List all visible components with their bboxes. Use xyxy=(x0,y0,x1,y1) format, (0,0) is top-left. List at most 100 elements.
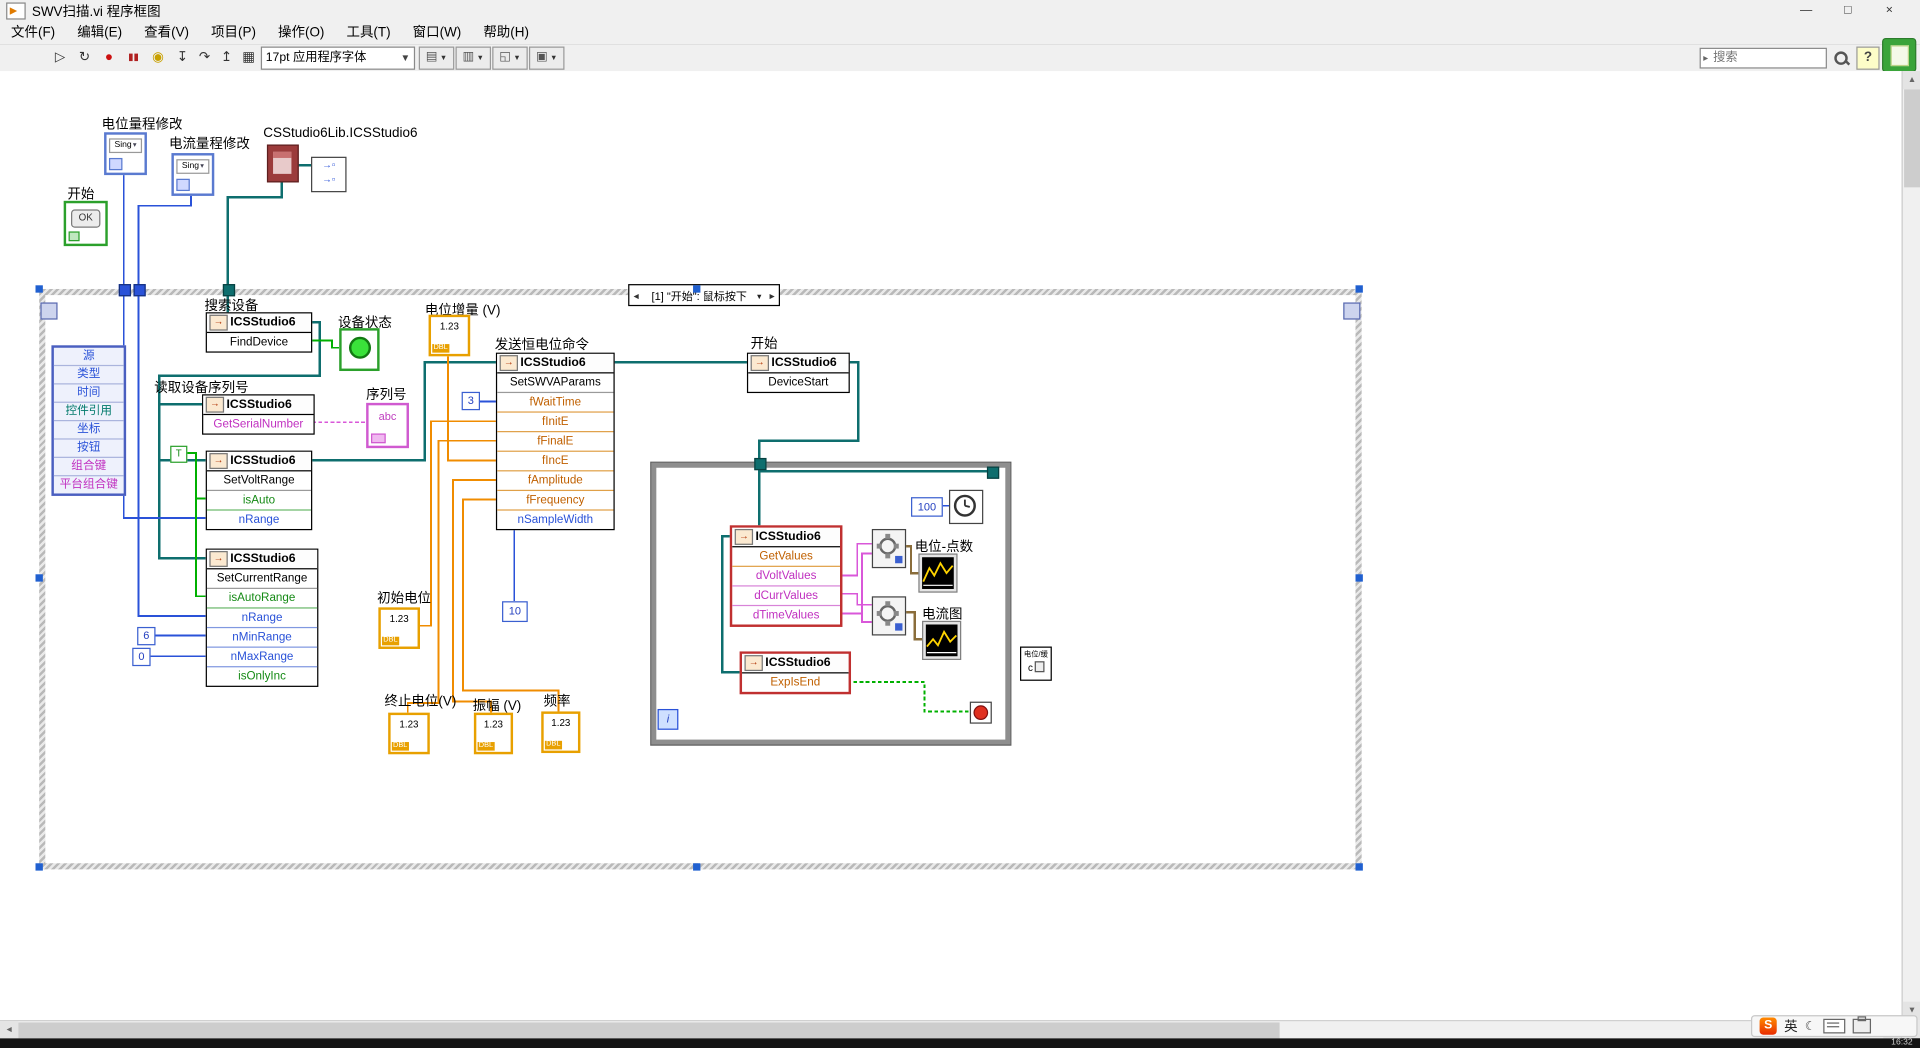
invoke-node-expisend[interactable]: ICSStudio6 ExpIsEnd xyxy=(740,651,851,694)
menu-window[interactable]: 窗口(W) xyxy=(402,22,473,44)
event-data-node[interactable]: 源 类型 时间 控件引用 坐标 按钮 组合键 平台组合键 xyxy=(51,345,126,496)
invoke-node-setvoltrange[interactable]: ICSStudio6 SetVoltRange isAuto nRange xyxy=(206,451,313,531)
soft-keyboard-icon[interactable] xyxy=(1823,1019,1845,1034)
event-item[interactable]: 源 xyxy=(54,348,124,366)
scroll-left-icon[interactable]: ◄ xyxy=(0,1021,18,1039)
param-row[interactable]: nRange xyxy=(207,609,317,629)
moon-icon[interactable]: ☾ xyxy=(1805,1019,1816,1032)
highlight-execution-icon[interactable]: ◉ xyxy=(147,47,169,69)
loop-iteration-terminal[interactable]: i xyxy=(658,709,679,730)
param-row[interactable]: nSampleWidth xyxy=(497,511,613,529)
pot-increment-terminal[interactable]: 1.23 DBL xyxy=(429,315,471,357)
maximize-button[interactable]: □ xyxy=(1827,0,1869,22)
true-constant[interactable]: T xyxy=(170,446,187,463)
param-row[interactable]: isOnlyInc xyxy=(207,667,317,685)
constant-6[interactable]: 6 xyxy=(137,627,155,645)
invoke-node-setswvaparams[interactable]: ICSStudio6 SetSWVAParams fWaitTime fInit… xyxy=(496,353,615,531)
ime-toolbox-icon[interactable] xyxy=(1853,1019,1871,1034)
param-row[interactable]: nMaxRange xyxy=(207,648,317,668)
event-timeout-terminal[interactable] xyxy=(40,302,57,319)
step-over-icon[interactable]: ↷ xyxy=(193,47,215,69)
sogou-logo-icon[interactable]: S xyxy=(1760,1018,1777,1035)
event-item[interactable]: 时间 xyxy=(54,384,124,402)
param-row[interactable]: nRange xyxy=(207,511,311,529)
run-button-icon[interactable]: ▷ xyxy=(49,47,71,69)
prev-case-icon[interactable] xyxy=(629,289,642,301)
current-graph-terminal[interactable] xyxy=(922,621,961,660)
search-box[interactable]: ▸ xyxy=(1700,48,1827,69)
constant-10[interactable]: 10 xyxy=(502,601,528,622)
param-row[interactable]: fFinalE xyxy=(497,432,613,452)
reorder-dropdown[interactable]: ▣ xyxy=(529,47,565,70)
bundle-function-icon[interactable] xyxy=(872,596,906,635)
menu-view[interactable]: 查看(V) xyxy=(133,22,200,44)
loop-condition-terminal[interactable] xyxy=(970,702,992,724)
menu-project[interactable]: 项目(P) xyxy=(200,22,267,44)
init-pot-terminal[interactable]: 1.23 DBL xyxy=(378,607,420,649)
pause-icon[interactable]: ▮▮ xyxy=(122,47,144,69)
param-row[interactable]: fIncE xyxy=(497,452,613,472)
param-row[interactable]: fAmplitude xyxy=(497,471,613,491)
cleanup-diagram-icon[interactable]: ▦ xyxy=(238,47,260,69)
serial-string-terminal[interactable]: abc xyxy=(366,403,409,448)
abort-icon[interactable]: ● xyxy=(98,47,120,69)
invoke-node-getvalues[interactable]: ICSStudio6 GetValues dVoltValues dCurrVa… xyxy=(730,525,843,627)
ime-toolbar[interactable]: S 英 ☾ xyxy=(1751,1015,1918,1037)
wait-ms-icon[interactable] xyxy=(949,490,983,524)
vertical-scrollbar[interactable]: ▲ ▼ xyxy=(1902,71,1920,1020)
event-item[interactable]: 控件引用 xyxy=(54,403,124,421)
frequency-terminal[interactable]: 1.23 DBL xyxy=(541,711,580,753)
overlay-tool-icon[interactable] xyxy=(1882,38,1916,72)
step-out-icon[interactable]: ↥ xyxy=(216,47,238,69)
case-dropdown-icon[interactable] xyxy=(756,289,766,301)
step-into-icon[interactable]: ↧ xyxy=(171,47,193,69)
event-item[interactable]: 按钮 xyxy=(54,440,124,458)
method-row[interactable]: SetVoltRange xyxy=(207,471,311,491)
close-button[interactable]: × xyxy=(1869,0,1911,22)
vertical-scroll-thumb[interactable] xyxy=(1904,89,1920,187)
event-item[interactable]: 坐标 xyxy=(54,421,124,439)
menu-file[interactable]: 文件(F) xyxy=(0,22,66,44)
font-selector[interactable]: ▼17pt 应用程序字体 xyxy=(261,47,415,70)
device-status-led-terminal[interactable] xyxy=(339,328,379,371)
cache-local-node[interactable]: 电位/缓 c xyxy=(1020,647,1052,681)
curr-range-ring-terminal[interactable]: Sing xyxy=(171,153,214,196)
search-button[interactable] xyxy=(1829,47,1853,70)
horizontal-scroll-thumb[interactable] xyxy=(18,1022,1279,1038)
param-row[interactable]: dCurrValues xyxy=(732,587,840,607)
param-row[interactable]: dVoltValues xyxy=(732,567,840,587)
param-row[interactable]: fWaitTime xyxy=(497,393,613,413)
horizontal-scrollbar[interactable]: ◄ ► xyxy=(0,1020,1902,1040)
menu-tools[interactable]: 工具(T) xyxy=(335,22,401,44)
constant-100[interactable]: 100 xyxy=(911,497,943,517)
context-help-button[interactable]: ? xyxy=(1856,47,1879,70)
scroll-up-icon[interactable]: ▲ xyxy=(1903,71,1920,89)
constant-3[interactable]: 3 xyxy=(462,392,480,410)
invoke-node-setcurrentrange[interactable]: ICSStudio6 SetCurrentRange isAutoRange n… xyxy=(206,549,319,687)
event-case-selector[interactable]: [1] "开始": 鼠标按下 xyxy=(628,284,780,306)
method-row[interactable]: ExpIsEnd xyxy=(742,673,849,691)
menu-edit[interactable]: 编辑(E) xyxy=(66,22,133,44)
run-continuous-icon[interactable]: ↻ xyxy=(73,47,95,69)
final-pot-terminal[interactable]: 1.23 DBL xyxy=(388,713,430,755)
param-row[interactable]: fFrequency xyxy=(497,491,613,511)
param-row[interactable]: dTimeValues xyxy=(732,606,840,624)
volt-range-ring-terminal[interactable]: Sing xyxy=(104,132,147,175)
menu-help[interactable]: 帮助(H) xyxy=(472,22,540,44)
event-item[interactable]: 平台组合键 xyxy=(54,476,124,493)
minimize-button[interactable]: — xyxy=(1785,0,1827,22)
menu-operate[interactable]: 操作(O) xyxy=(267,22,335,44)
constant-0[interactable]: 0 xyxy=(132,648,150,666)
event-filter-terminal[interactable] xyxy=(1343,302,1360,319)
method-row[interactable]: SetSWVAParams xyxy=(497,373,613,393)
event-item[interactable]: 类型 xyxy=(54,366,124,384)
amplitude-terminal[interactable]: 1.23 DBL xyxy=(474,713,513,755)
param-row[interactable]: isAutoRange xyxy=(207,589,317,609)
pot-points-graph-terminal[interactable] xyxy=(918,553,957,592)
bundle-function-icon[interactable] xyxy=(872,529,906,568)
param-row[interactable]: isAuto xyxy=(207,491,311,511)
next-case-icon[interactable] xyxy=(765,289,778,301)
method-row[interactable]: SetCurrentRange xyxy=(207,569,317,589)
icsstudio6-class-constant[interactable] xyxy=(267,144,299,182)
distribute-objects-dropdown[interactable]: ▥ xyxy=(456,47,492,70)
